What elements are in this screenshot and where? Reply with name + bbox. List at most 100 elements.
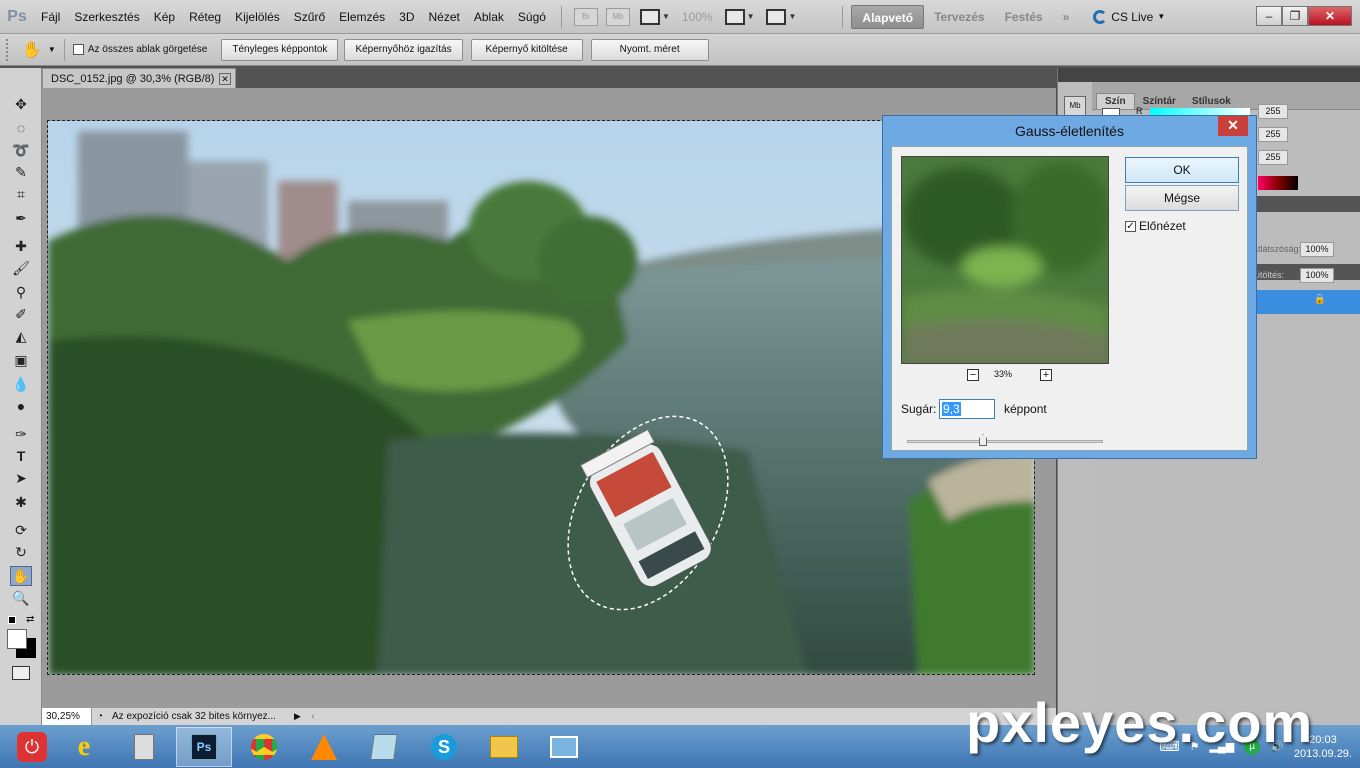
type-tool-icon[interactable]: T — [10, 446, 32, 466]
more-workspaces-icon[interactable]: » — [1053, 5, 1080, 29]
color-ramp[interactable] — [1258, 176, 1298, 190]
fill-screen-button[interactable]: Képernyő kitöltése — [470, 38, 583, 61]
skype-icon[interactable]: S — [416, 727, 472, 767]
options-grip[interactable] — [6, 38, 14, 61]
screen-mode-dropdown[interactable]: ▼ — [766, 8, 796, 25]
opacity-value[interactable]: 100% — [1300, 242, 1334, 257]
photo-viewer-icon[interactable] — [536, 727, 592, 767]
cancel-button[interactable]: Mégse — [1125, 185, 1239, 211]
path-selection-tool-icon[interactable]: ➤ — [10, 468, 32, 488]
r-value[interactable]: 255 — [1258, 104, 1288, 119]
close-button[interactable]: ✕ — [1308, 6, 1352, 26]
zoom-in-button[interactable]: + — [1040, 369, 1052, 381]
mini-bridge-icon[interactable]: Mb — [605, 7, 630, 26]
bridge-icon[interactable]: Br — [573, 7, 598, 26]
zoom-out-button[interactable]: − — [967, 369, 979, 381]
proof-icon[interactable]: ◔ — [92, 711, 108, 722]
tab-styles[interactable]: Stílusok — [1184, 94, 1239, 109]
actual-pixels-button[interactable]: Tényleges képpontok — [221, 38, 339, 61]
quick-mask-icon[interactable] — [12, 666, 30, 680]
crop-tool-icon[interactable]: ⌗ — [10, 184, 32, 204]
move-tool-icon[interactable]: ✥ — [10, 94, 32, 114]
foreground-color-swatch[interactable] — [7, 629, 27, 649]
zoom-field[interactable]: 30,25% — [42, 708, 92, 725]
marquee-tool-icon[interactable]: ◌ — [10, 118, 32, 138]
history-brush-tool-icon[interactable]: ✐ — [10, 304, 32, 324]
brush-tool-icon[interactable]: 🖌 — [10, 258, 32, 278]
menu-3d[interactable]: 3D — [392, 0, 421, 34]
mini-bridge-panel-icon[interactable]: Mb — [1064, 96, 1086, 116]
menu-help[interactable]: Súgó — [511, 0, 553, 34]
scroll-left-icon[interactable]: ‹ — [306, 711, 320, 722]
preview-checkbox[interactable]: ✓ Előnézet — [1125, 219, 1186, 233]
lasso-tool-icon[interactable]: ➰ — [10, 140, 32, 160]
layer-row-selected[interactable]: 🔒 — [1250, 290, 1360, 314]
shape-tool-icon[interactable]: ✱ — [10, 492, 32, 512]
menu-window[interactable]: Ablak — [467, 0, 511, 34]
workspace-essentials[interactable]: Alapvető — [851, 4, 925, 29]
chrome-icon[interactable] — [236, 727, 292, 767]
status-menu-arrow-icon[interactable]: ▶ — [294, 711, 306, 722]
internet-explorer-icon[interactable]: e — [56, 727, 112, 767]
tool-preset-dropdown[interactable]: ▼ — [48, 45, 56, 54]
fit-screen-button[interactable]: Képernyőhöz igazítás — [344, 38, 463, 61]
arrange-documents-dropdown[interactable]: ▼ — [724, 8, 754, 25]
menu-view[interactable]: Nézet — [422, 0, 467, 34]
hand-tool-icon[interactable]: ✋ — [10, 566, 32, 586]
panel-dock-header[interactable] — [1092, 68, 1360, 82]
fill-value[interactable]: 100% — [1300, 268, 1334, 283]
menu-select[interactable]: Kijelölés — [228, 0, 287, 34]
eraser-tool-icon[interactable]: ◭ — [10, 326, 32, 346]
menu-analysis[interactable]: Elemzés — [332, 0, 392, 34]
radius-input[interactable]: 9,3 — [939, 399, 995, 419]
menu-layer[interactable]: Réteg — [182, 0, 228, 34]
workspace-design[interactable]: Tervezés — [924, 5, 994, 29]
scroll-all-windows-checkbox[interactable]: Az összes ablak görgetése — [72, 44, 207, 55]
checkmark-icon[interactable]: ✓ — [1125, 220, 1136, 232]
zoom-level[interactable]: 100% — [682, 10, 713, 24]
cs-live-menu[interactable]: CS Live ▼ — [1093, 9, 1165, 24]
menu-file[interactable]: Fájl — [34, 0, 67, 34]
photoshop-taskbar-icon[interactable]: Ps — [176, 726, 232, 767]
blur-tool-icon[interactable]: 💧 — [10, 374, 32, 394]
minimize-button[interactable]: – — [1256, 6, 1282, 26]
clone-stamp-tool-icon[interactable]: ⚲ — [10, 282, 32, 302]
tab-color[interactable]: Szín — [1096, 93, 1135, 109]
vlc-icon[interactable] — [296, 727, 352, 767]
g-value[interactable]: 255 — [1258, 127, 1288, 142]
healing-brush-tool-icon[interactable]: ✚ — [10, 236, 32, 256]
menu-edit[interactable]: Szerkesztés — [67, 0, 146, 34]
calculator-icon[interactable] — [116, 727, 172, 767]
menu-filter[interactable]: Szűrő — [287, 0, 332, 34]
status-bar: 30,25% ◔ Az expozíció csak 32 bites körn… — [42, 707, 1056, 725]
eyedropper-tool-icon[interactable]: ✒ — [10, 208, 32, 228]
dodge-tool-icon[interactable]: ● — [10, 396, 32, 416]
b-value[interactable]: 255 — [1258, 150, 1288, 165]
gradient-tool-icon[interactable]: ▣ — [10, 350, 32, 370]
panel-strip-header[interactable] — [1058, 68, 1092, 82]
radius-unit: képpont — [1004, 402, 1047, 416]
document-tab[interactable]: DSC_0152.jpg @ 30,3% (RGB/8) ✕ — [42, 68, 236, 88]
view-extras-dropdown[interactable]: ▼ — [639, 8, 670, 25]
radius-slider-thumb[interactable] — [979, 434, 987, 446]
close-document-icon[interactable]: ✕ — [219, 72, 231, 85]
3d-orbit-tool-icon[interactable]: ↻ — [10, 542, 32, 562]
quick-select-tool-icon[interactable]: ✎ — [10, 162, 32, 182]
power-app-icon[interactable]: ⏻ — [12, 727, 52, 767]
notepad-icon[interactable] — [356, 727, 412, 767]
workspace-painting[interactable]: Festés — [995, 5, 1053, 29]
zoom-tool-icon[interactable]: 🔍 — [10, 588, 32, 608]
default-colors-icon[interactable] — [8, 616, 16, 624]
file-explorer-icon[interactable] — [476, 727, 532, 767]
menu-image[interactable]: Kép — [147, 0, 182, 34]
print-size-button[interactable]: Nyomt. méret — [590, 38, 709, 61]
restore-button[interactable]: ❐ — [1282, 6, 1308, 26]
radius-slider[interactable] — [907, 440, 1103, 443]
pen-tool-icon[interactable]: ✑ — [10, 424, 32, 444]
swap-colors-icon[interactable]: ⇄ — [26, 614, 34, 625]
checkbox-box[interactable] — [72, 44, 84, 55]
ok-button[interactable]: OK — [1125, 157, 1239, 183]
dialog-close-button[interactable]: ✕ — [1218, 116, 1248, 136]
blur-preview[interactable] — [901, 156, 1109, 364]
3d-rotate-tool-icon[interactable]: ⟳ — [10, 520, 32, 540]
